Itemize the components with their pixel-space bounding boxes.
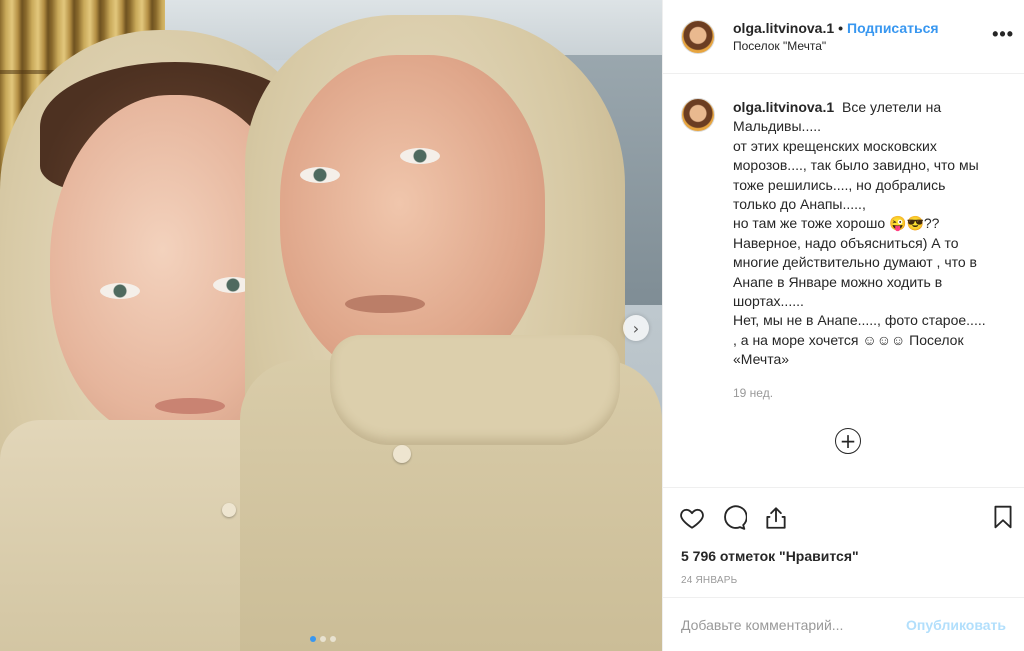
caption-line: только до Анапы.....,	[733, 196, 866, 213]
action-bar	[663, 487, 1024, 547]
avatar[interactable]	[681, 98, 715, 132]
header-text: olga.litvinova.1 • Подписаться Поселок "…	[733, 19, 939, 55]
comment-bubble-icon[interactable]	[721, 504, 747, 531]
load-more-comments-button[interactable]: +	[835, 428, 861, 454]
caption-timestamp[interactable]: 19 нед.	[733, 386, 1006, 400]
caption-line: морозов...., так было завидно, что мы	[733, 157, 979, 174]
likes-count[interactable]: 5 796 отметок "Нравится"	[663, 547, 1024, 571]
follow-button[interactable]: Подписаться	[847, 19, 939, 37]
caption-line: , а на море хочется ☺☺☺ Поселок	[733, 331, 964, 348]
caption-text: olga.litvinova.1 Все улетели на Мальдивы…	[733, 98, 986, 370]
caption-line: Анапе в Январе можно ходить в	[733, 273, 943, 290]
header-separator: •	[838, 19, 844, 36]
post-date[interactable]: 24 ЯНВАРЬ	[663, 571, 1024, 597]
caption-line: Все улетели на	[842, 99, 942, 115]
location-link[interactable]: Поселок "Мечта"	[733, 37, 939, 55]
caption-line: «Мечта»	[733, 351, 790, 368]
caption-line: от этих крещенских московских	[733, 137, 937, 154]
carousel-next-button[interactable]: ›	[623, 315, 649, 341]
carousel-dot	[330, 636, 336, 642]
photo-woman-mouth	[155, 398, 225, 414]
post-photo[interactable]: ›	[0, 0, 662, 651]
comments-section: olga.litvinova.1 Все улетели на Мальдивы…	[663, 74, 1024, 487]
add-comment-bar: Опубликовать	[663, 597, 1024, 651]
comment-input[interactable]	[681, 616, 907, 633]
avatar[interactable]	[681, 19, 715, 54]
caption-username-link[interactable]: olga.litvinova.1	[733, 99, 834, 115]
caption-line: шортах......	[733, 293, 804, 310]
photo-man-collar	[330, 335, 620, 445]
photo-woman-eye-left	[100, 283, 140, 299]
bookmark-icon[interactable]	[990, 504, 1016, 530]
caption-line: Мальдивы.....	[733, 118, 822, 135]
photo-man-eye-right	[400, 148, 440, 164]
plus-circle-icon: +	[839, 429, 857, 453]
more-options-icon[interactable]: •••	[992, 24, 1014, 45]
photo-man-mouth	[345, 295, 425, 313]
post-side-panel: olga.litvinova.1 • Подписаться Поселок "…	[662, 0, 1024, 651]
post-header: olga.litvinova.1 • Подписаться Поселок "…	[663, 0, 1024, 74]
caption: olga.litvinova.1 Все улетели на Мальдивы…	[681, 98, 1006, 370]
chevron-right-icon: ›	[632, 318, 640, 338]
share-upload-icon[interactable]	[763, 505, 789, 531]
photo-jacket-snap	[393, 445, 411, 463]
header-top-row: olga.litvinova.1 • Подписаться	[733, 19, 939, 37]
publish-button[interactable]: Опубликовать	[906, 617, 1006, 633]
caption-line: Наверное, надо объясниться) А то	[733, 234, 959, 251]
carousel-dot	[320, 636, 326, 642]
caption-line: тоже решились...., но добрались	[733, 176, 946, 193]
caption-line: Нет, мы не в Анапе....., фото старое....…	[733, 312, 986, 329]
heart-icon[interactable]	[679, 505, 705, 531]
caption-line: но там же тоже хорошо 😜😎??	[733, 215, 940, 232]
carousel-dots	[310, 636, 336, 642]
photo-man-eye-left	[300, 167, 340, 183]
photo-jacket-snap	[222, 503, 236, 517]
header-username-link[interactable]: olga.litvinova.1	[733, 19, 834, 37]
instagram-post: › olga.litvinova.1 • Подписаться Поселок…	[0, 0, 1024, 651]
carousel-dot-active	[310, 636, 316, 642]
caption-line: многие действительно думают , что в	[733, 254, 977, 271]
